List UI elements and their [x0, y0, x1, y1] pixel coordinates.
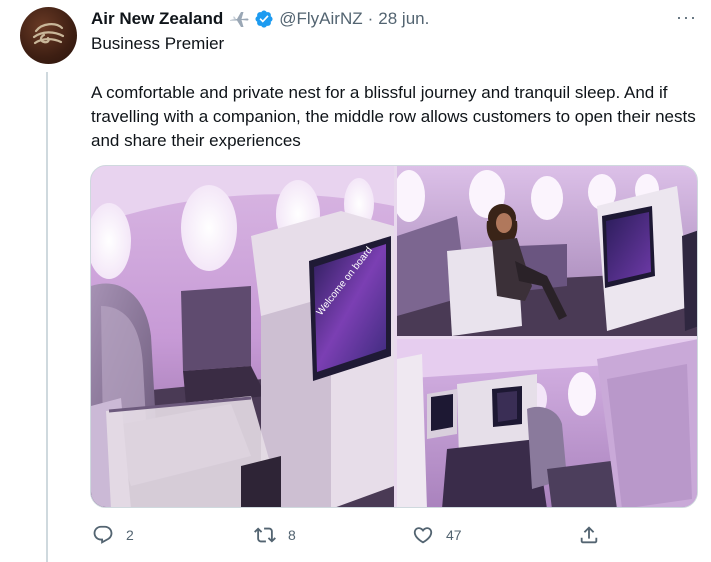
retweet-button[interactable]: 8: [254, 524, 296, 546]
reply-icon: [93, 525, 113, 544]
like-icon: [413, 527, 433, 544]
retweet-icon: [254, 527, 276, 543]
more-icon[interactable]: ···: [676, 8, 697, 26]
reply-count: 2: [126, 527, 134, 543]
thread-line: [46, 72, 48, 562]
display-name[interactable]: Air New Zealand: [91, 9, 223, 29]
retweet-count: 8: [288, 527, 296, 543]
tweet-actions: 2 8 47: [0, 524, 711, 548]
share-icon: [580, 526, 598, 544]
like-button[interactable]: 47: [412, 524, 462, 546]
share-button[interactable]: [578, 524, 600, 546]
author-handle[interactable]: @FlyAirNZ: [279, 9, 362, 29]
photo-middle-row[interactable]: [397, 339, 697, 507]
avatar[interactable]: [20, 7, 77, 64]
tweet-subtitle: Business Premier: [91, 34, 225, 53]
tweet-date[interactable]: 28 jun.: [378, 9, 429, 29]
photo-cabin-seat[interactable]: Welcome on board: [91, 166, 394, 507]
tweet-header: Air New Zealand @FlyAirNZ · 28 jun.: [91, 8, 429, 30]
photo-passenger-seated[interactable]: [397, 166, 697, 336]
plane-emoji-icon: [228, 9, 250, 29]
media-grid: Welcome on board: [90, 165, 698, 508]
avatar-logo: [32, 23, 65, 45]
like-count: 47: [446, 527, 462, 543]
separator-dot: ·: [367, 9, 374, 28]
reply-button[interactable]: 2: [92, 524, 134, 546]
tweet-text: A comfortable and private nest for a bli…: [91, 83, 696, 150]
verified-icon: [254, 9, 274, 29]
